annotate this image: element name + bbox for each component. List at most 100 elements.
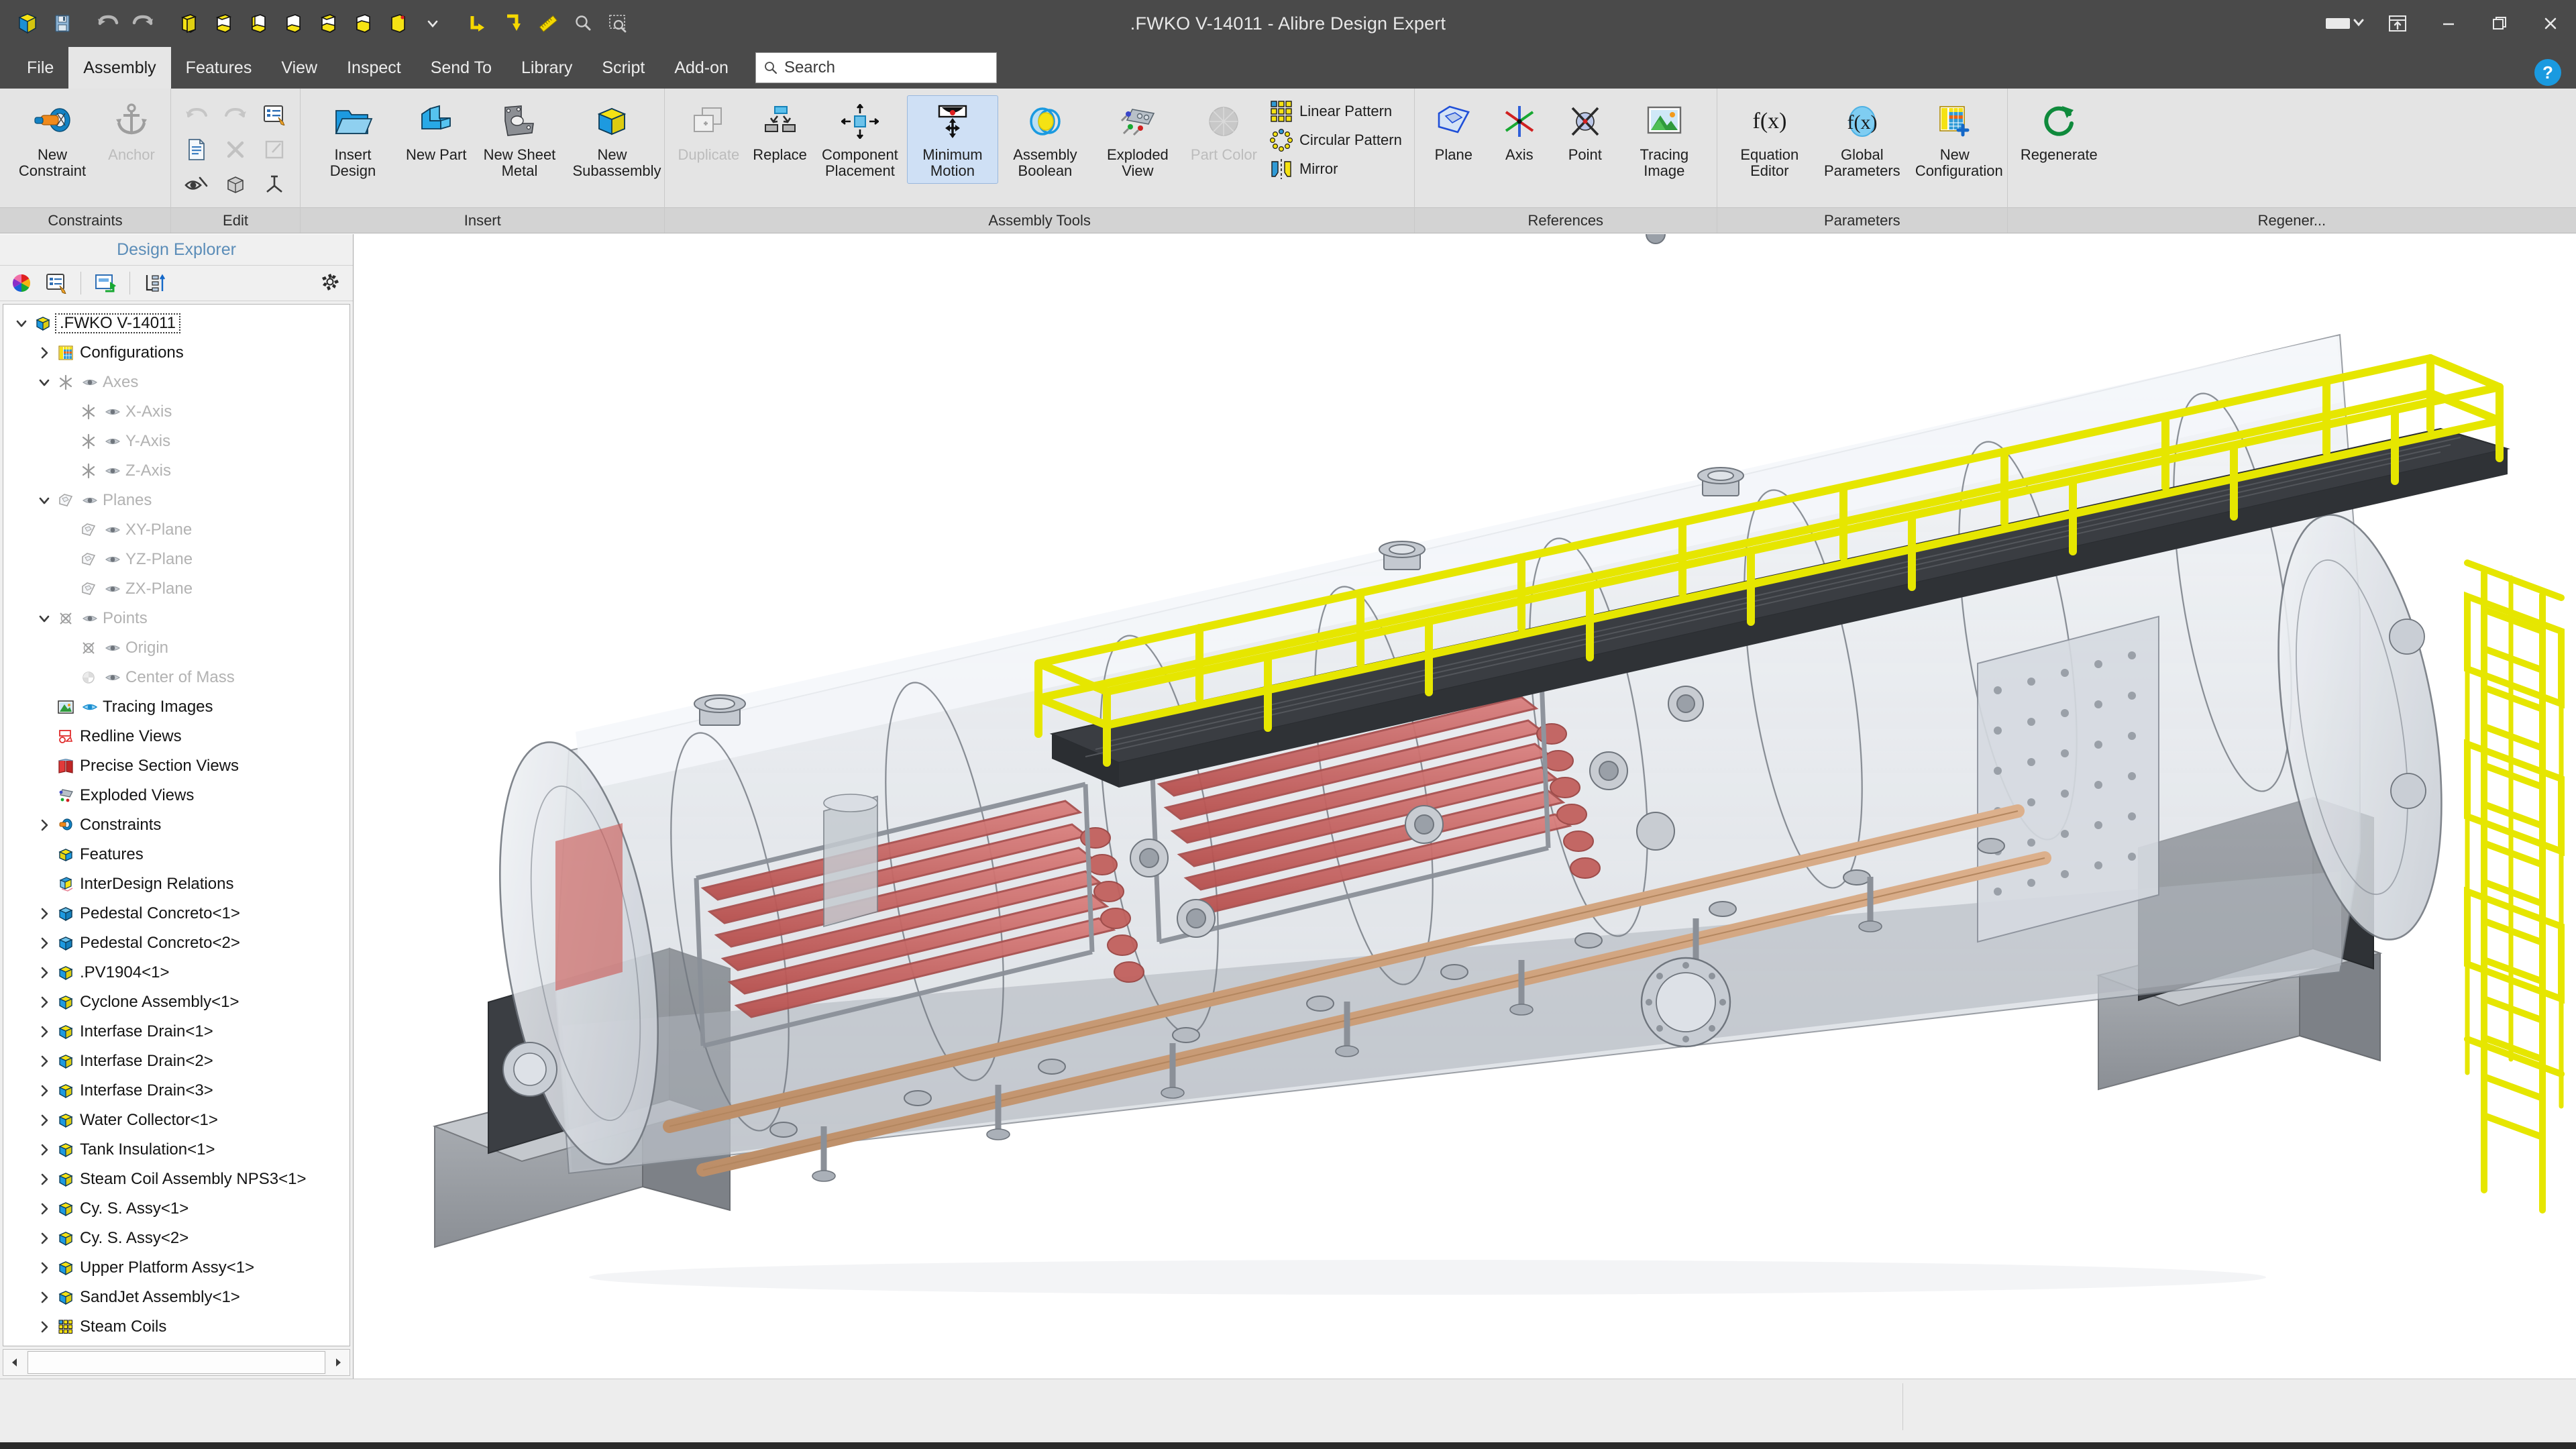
tree-item-sandjet-assembly-1[interactable]: SandJet Assembly<1>	[3, 1283, 350, 1312]
view-color-icon[interactable]	[382, 8, 413, 39]
tree-item-water-collector-1[interactable]: Water Collector<1>	[3, 1106, 350, 1135]
undo-icon[interactable]	[93, 8, 123, 39]
tree-twisty-down[interactable]	[34, 612, 54, 625]
tree-item-fwko-v-14011[interactable]: .FWKO V-14011	[3, 309, 350, 338]
visibility-eye-icon[interactable]	[80, 613, 100, 624]
tree-item-configurations[interactable]: Configurations	[3, 338, 350, 368]
mirror-button[interactable]: Mirror	[1265, 156, 1407, 182]
tree-item-tank-insulation-1[interactable]: Tank Insulation<1>	[3, 1135, 350, 1165]
tree-twisty-right[interactable]	[34, 1114, 54, 1127]
tree-item-redline-views[interactable]: Redline Views	[3, 722, 350, 751]
tree-twisty-right[interactable]	[34, 1084, 54, 1097]
snap-corner-icon[interactable]	[463, 8, 494, 39]
visibility-eye-icon[interactable]	[103, 436, 123, 447]
properties-icon[interactable]	[40, 268, 72, 299]
hide-button[interactable]	[178, 168, 215, 201]
tree-twisty-right[interactable]	[34, 1232, 54, 1245]
menu-item-assembly[interactable]: Assembly	[68, 47, 170, 89]
duplicate-button[interactable]: Duplicate	[672, 95, 745, 168]
scroll-thumb[interactable]	[28, 1351, 325, 1374]
tree-twisty-right[interactable]	[34, 1320, 54, 1334]
scroll-right-arrow[interactable]	[327, 1350, 350, 1375]
menu-item-file[interactable]: File	[12, 47, 68, 89]
tree-item-steam-coils[interactable]: Steam Coils	[3, 1312, 350, 1342]
tree-item-center-of-mass[interactable]: Center of Mass	[3, 663, 350, 692]
chevron-down-icon[interactable]	[417, 8, 448, 39]
tree-item-upper-platform-assy-1[interactable]: Upper Platform Assy<1>	[3, 1253, 350, 1283]
tree-item-constraints[interactable]: Constraints	[3, 810, 350, 840]
tree-twisty-right[interactable]	[34, 1291, 54, 1304]
plane-button[interactable]: Plane	[1421, 95, 1486, 168]
menu-item-send-to[interactable]: Send To	[416, 47, 506, 89]
point-button[interactable]: Point	[1553, 95, 1617, 168]
exploded-view-button[interactable]: Exploded View	[1092, 95, 1183, 184]
redo-icon[interactable]	[127, 8, 158, 39]
tree-twisty-right[interactable]	[34, 1143, 54, 1157]
new-sheet-metal-button[interactable]: New Sheet Metal	[474, 95, 565, 184]
assembly-boolean-button[interactable]: Assembly Boolean	[1000, 95, 1091, 184]
color-wheel-icon[interactable]	[5, 268, 38, 299]
design-properties-button[interactable]	[178, 133, 215, 166]
tree-item-pedestal-concreto-2[interactable]: Pedestal Concreto<2>	[3, 928, 350, 958]
view-front-icon[interactable]	[208, 8, 239, 39]
part-color-button[interactable]: Part Color	[1185, 95, 1263, 168]
tree-item-y-axis[interactable]: Y-Axis	[3, 427, 350, 456]
tree-twisty-right[interactable]	[34, 818, 54, 832]
search-input[interactable]: Search	[755, 52, 997, 83]
tree-item-points[interactable]: Points	[3, 604, 350, 633]
tree-item-pedestal-concreto-1[interactable]: Pedestal Concreto<1>	[3, 899, 350, 928]
help-button[interactable]: ?	[2534, 59, 2561, 86]
global-parameters-button[interactable]: f(x) Global Parameters	[1817, 95, 1908, 184]
zoom-window-icon[interactable]	[602, 8, 633, 39]
new-subassembly-button[interactable]: New Subassembly	[566, 95, 657, 184]
rename-button[interactable]	[256, 133, 293, 166]
tree-twisty-right[interactable]	[34, 1173, 54, 1186]
tree-twisty-right[interactable]	[34, 1055, 54, 1068]
visibility-eye-icon[interactable]	[103, 584, 123, 594]
tree-twisty-down[interactable]	[34, 376, 54, 389]
linear-pattern-button[interactable]: Linear Pattern	[1265, 98, 1407, 125]
new-part-button[interactable]: New Part	[400, 95, 472, 168]
component-placement-button[interactable]: Component Placement	[814, 95, 906, 184]
undo-button[interactable]	[178, 98, 215, 131]
tree-twisty-down[interactable]	[11, 317, 32, 330]
view-top-icon[interactable]	[347, 8, 378, 39]
export-icon[interactable]	[89, 268, 121, 299]
visibility-eye-icon[interactable]	[80, 702, 100, 712]
restore-button[interactable]	[2474, 0, 2525, 47]
tree-item-axes[interactable]: Axes	[3, 368, 350, 397]
tree-item-planes[interactable]: Planes	[3, 486, 350, 515]
tree-item-interfase-drain-3[interactable]: Interfase Drain<3>	[3, 1076, 350, 1106]
new-constraint-button[interactable]: New Constraint	[7, 95, 98, 184]
profile-dropdown[interactable]	[2321, 0, 2372, 47]
tree-item-cy-s-assy-2[interactable]: Cy. S. Assy<2>	[3, 1224, 350, 1253]
ribbon-pin-icon[interactable]	[2372, 0, 2423, 47]
menu-item-features[interactable]: Features	[171, 47, 267, 89]
tree-twisty-right[interactable]	[34, 1261, 54, 1275]
visibility-eye-icon[interactable]	[103, 407, 123, 417]
visibility-eye-icon[interactable]	[80, 377, 100, 388]
tree-twisty-right[interactable]	[34, 346, 54, 360]
view-iso-icon[interactable]	[173, 8, 204, 39]
menu-item-script[interactable]: Script	[587, 47, 659, 89]
view-right-icon[interactable]	[313, 8, 343, 39]
tree-twisty-right[interactable]	[34, 966, 54, 979]
tree-twisty-right[interactable]	[34, 936, 54, 950]
tree-item-steam-coil-assembly-nps3-1[interactable]: Steam Coil Assembly NPS3<1>	[3, 1165, 350, 1194]
replace-button[interactable]: Replace	[747, 95, 813, 168]
menu-item-view[interactable]: View	[266, 47, 332, 89]
measure-icon[interactable]	[533, 8, 564, 39]
snap-down-icon[interactable]	[498, 8, 529, 39]
tree-item-origin[interactable]: Origin	[3, 633, 350, 663]
view-left-icon[interactable]	[278, 8, 309, 39]
tree-item-features[interactable]: Features	[3, 840, 350, 869]
tree-twisty-right[interactable]	[34, 996, 54, 1009]
tree-twisty-right[interactable]	[34, 1025, 54, 1038]
tree-horizontal-scrollbar[interactable]	[3, 1349, 350, 1376]
visibility-eye-icon[interactable]	[103, 525, 123, 535]
tree-item-interfase-drain-2[interactable]: Interfase Drain<2>	[3, 1046, 350, 1076]
menu-item-addon[interactable]: Add-on	[659, 47, 743, 89]
regenerate-button[interactable]: Regenerate	[2015, 95, 2104, 168]
zoom-icon[interactable]	[568, 8, 598, 39]
close-button[interactable]	[2525, 0, 2576, 47]
